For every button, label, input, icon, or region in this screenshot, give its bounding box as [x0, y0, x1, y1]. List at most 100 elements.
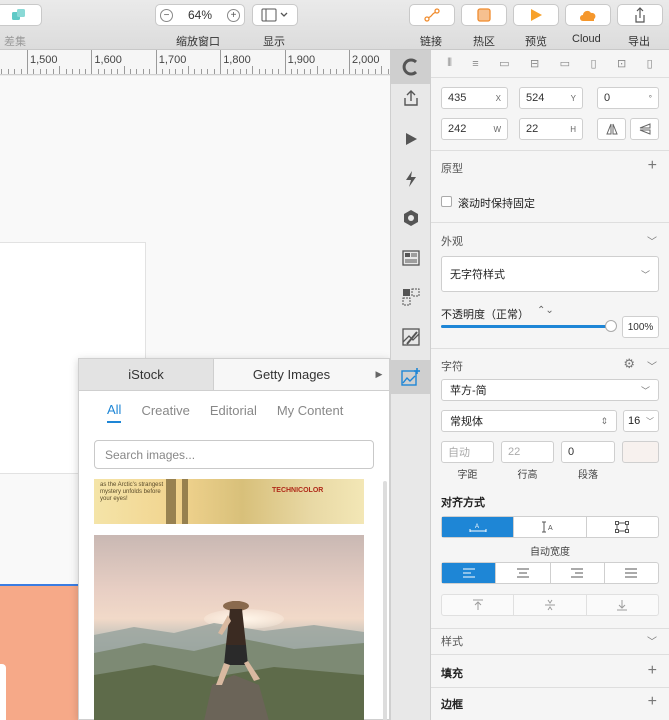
- line-height-field[interactable]: 22: [501, 441, 554, 463]
- font-size-select[interactable]: 16 ﹀: [623, 410, 659, 432]
- category-editorial[interactable]: Editorial: [210, 399, 257, 422]
- distribute-horizontal-icon[interactable]: ⫴: [447, 57, 452, 70]
- fixed-size-option[interactable]: [587, 517, 658, 537]
- placeholder-button[interactable]: [391, 320, 431, 354]
- align-left-option[interactable]: [442, 563, 497, 583]
- section-divider: [431, 150, 669, 151]
- freehand-button[interactable]: [391, 241, 431, 275]
- section-divider: [431, 628, 669, 629]
- section-divider: [431, 348, 669, 349]
- combine-button[interactable]: [0, 4, 42, 26]
- tab-getty-images[interactable]: Getty Images: [214, 359, 369, 390]
- search-images-input[interactable]: [94, 440, 374, 469]
- ruler-minor-tick: [233, 69, 235, 74]
- craft-logo-button[interactable]: [391, 50, 431, 84]
- hexagon-icon: [404, 210, 418, 226]
- rotation-field[interactable]: 0 °: [597, 87, 659, 109]
- auto-width-icon: A: [469, 524, 487, 532]
- hotspot-button[interactable]: [461, 4, 507, 26]
- add-prototype-icon[interactable]: +: [648, 158, 657, 174]
- valign-top-option[interactable]: [442, 595, 515, 615]
- preview-button[interactable]: [513, 4, 559, 26]
- opacity-slider-fill: [441, 325, 611, 328]
- opacity-slider-knob[interactable]: [605, 320, 617, 332]
- blend-mode-stepper-icon[interactable]: ⌃⌄: [537, 305, 554, 316]
- prototype-button[interactable]: [391, 122, 431, 156]
- opacity-slider[interactable]: [441, 320, 617, 332]
- font-family-select[interactable]: 苹方-简 ﹀: [441, 379, 659, 401]
- width-field[interactable]: 242 W: [441, 118, 508, 140]
- text-style-select[interactable]: 无字符样式 ﹀: [441, 256, 659, 292]
- auto-height-option[interactable]: A: [514, 517, 587, 537]
- align-right-option[interactable]: [551, 563, 605, 583]
- cloud-button[interactable]: [565, 4, 611, 26]
- selected-shape[interactable]: [0, 584, 80, 720]
- ruler-minor-tick: [265, 69, 267, 74]
- image-thumbnail[interactable]: as the Arctic's strangest mystery unfold…: [94, 479, 364, 524]
- add-fill-icon[interactable]: +: [648, 663, 657, 679]
- gear-icon[interactable]: ⚙: [623, 356, 635, 372]
- ruler-minor-tick: [136, 69, 138, 74]
- ruler-minor-tick: [175, 69, 177, 74]
- typography-collapse-icon[interactable]: ﹀: [647, 358, 657, 373]
- category-creative[interactable]: Creative: [141, 399, 189, 422]
- layout-icon: [261, 8, 288, 22]
- valign-bottom-icon: [617, 600, 628, 611]
- letter-spacing-field[interactable]: 自动: [441, 441, 494, 463]
- panel-scrollbar[interactable]: [383, 481, 387, 720]
- ruler-minor-tick: [355, 69, 357, 74]
- align-center-option[interactable]: [496, 563, 551, 583]
- data-button[interactable]: [391, 162, 431, 196]
- zoom-in-button[interactable]: +: [227, 8, 240, 22]
- valign-bottom-option[interactable]: [587, 595, 658, 615]
- category-my-content[interactable]: My Content: [277, 399, 343, 422]
- flip-vertical-button[interactable]: [630, 118, 659, 140]
- align-justify-option[interactable]: [605, 563, 658, 583]
- cloud-label: Cloud: [572, 33, 601, 45]
- link-button[interactable]: [409, 4, 455, 26]
- library-button[interactable]: [391, 201, 431, 235]
- rotation-value: 0: [604, 92, 611, 104]
- y-unit: Y: [570, 93, 576, 103]
- valign-top-icon: [472, 599, 483, 610]
- thumb-brand: TECHNICOLOR: [272, 487, 324, 494]
- flip-horizontal-button[interactable]: [597, 118, 626, 140]
- image-thumbnail[interactable]: [94, 535, 364, 720]
- provider-tabs: iStock Getty Images ▶: [79, 359, 389, 391]
- paragraph-spacing-label: 段落: [578, 470, 598, 481]
- zoom-value[interactable]: 64%: [188, 8, 212, 22]
- align-middle-icon[interactable]: ⊟: [530, 57, 539, 70]
- align-center-icon[interactable]: ⊡: [617, 57, 626, 70]
- add-border-icon[interactable]: +: [648, 694, 657, 710]
- category-all[interactable]: All: [107, 398, 122, 423]
- distribute-vertical-icon[interactable]: ≡: [472, 58, 478, 70]
- display-button[interactable]: [252, 4, 298, 26]
- align-right-icon[interactable]: ▯: [647, 57, 653, 70]
- tab-scroll-right-icon[interactable]: ▶: [369, 359, 389, 390]
- paragraph-spacing-field[interactable]: 0: [561, 441, 615, 463]
- auto-width-option[interactable]: A: [442, 517, 515, 537]
- align-left-icon[interactable]: ▯: [590, 57, 596, 70]
- text-color-swatch[interactable]: [622, 441, 659, 463]
- stock-images-button[interactable]: [391, 360, 431, 394]
- ruler-minor-tick: [252, 66, 254, 74]
- height-field[interactable]: 22 H: [519, 118, 583, 140]
- ruler-minor-tick: [117, 69, 119, 74]
- export-button[interactable]: [617, 4, 663, 26]
- y-position-field[interactable]: 524 Y: [519, 87, 583, 109]
- x-position-field[interactable]: 435 X: [441, 87, 508, 109]
- sync-button[interactable]: [391, 81, 431, 115]
- category-filter: All Creative Editorial My Content: [79, 391, 389, 429]
- duplicate-button[interactable]: [391, 280, 431, 314]
- tab-istock[interactable]: iStock: [79, 359, 214, 390]
- styles-collapse-icon[interactable]: ﹀: [647, 633, 657, 648]
- opacity-field[interactable]: 100%: [622, 316, 659, 338]
- fix-scroll-checkbox[interactable]: [441, 196, 452, 207]
- appearance-collapse-icon[interactable]: ﹀: [647, 233, 657, 248]
- font-weight-select[interactable]: 常规体 ⇕: [441, 410, 617, 432]
- valign-middle-option[interactable]: [514, 595, 587, 615]
- align-bottom-icon[interactable]: ▭: [560, 57, 570, 70]
- align-top-icon[interactable]: ▭: [499, 57, 509, 70]
- zoom-out-button[interactable]: −: [160, 8, 173, 22]
- shape-fragment[interactable]: [0, 664, 6, 720]
